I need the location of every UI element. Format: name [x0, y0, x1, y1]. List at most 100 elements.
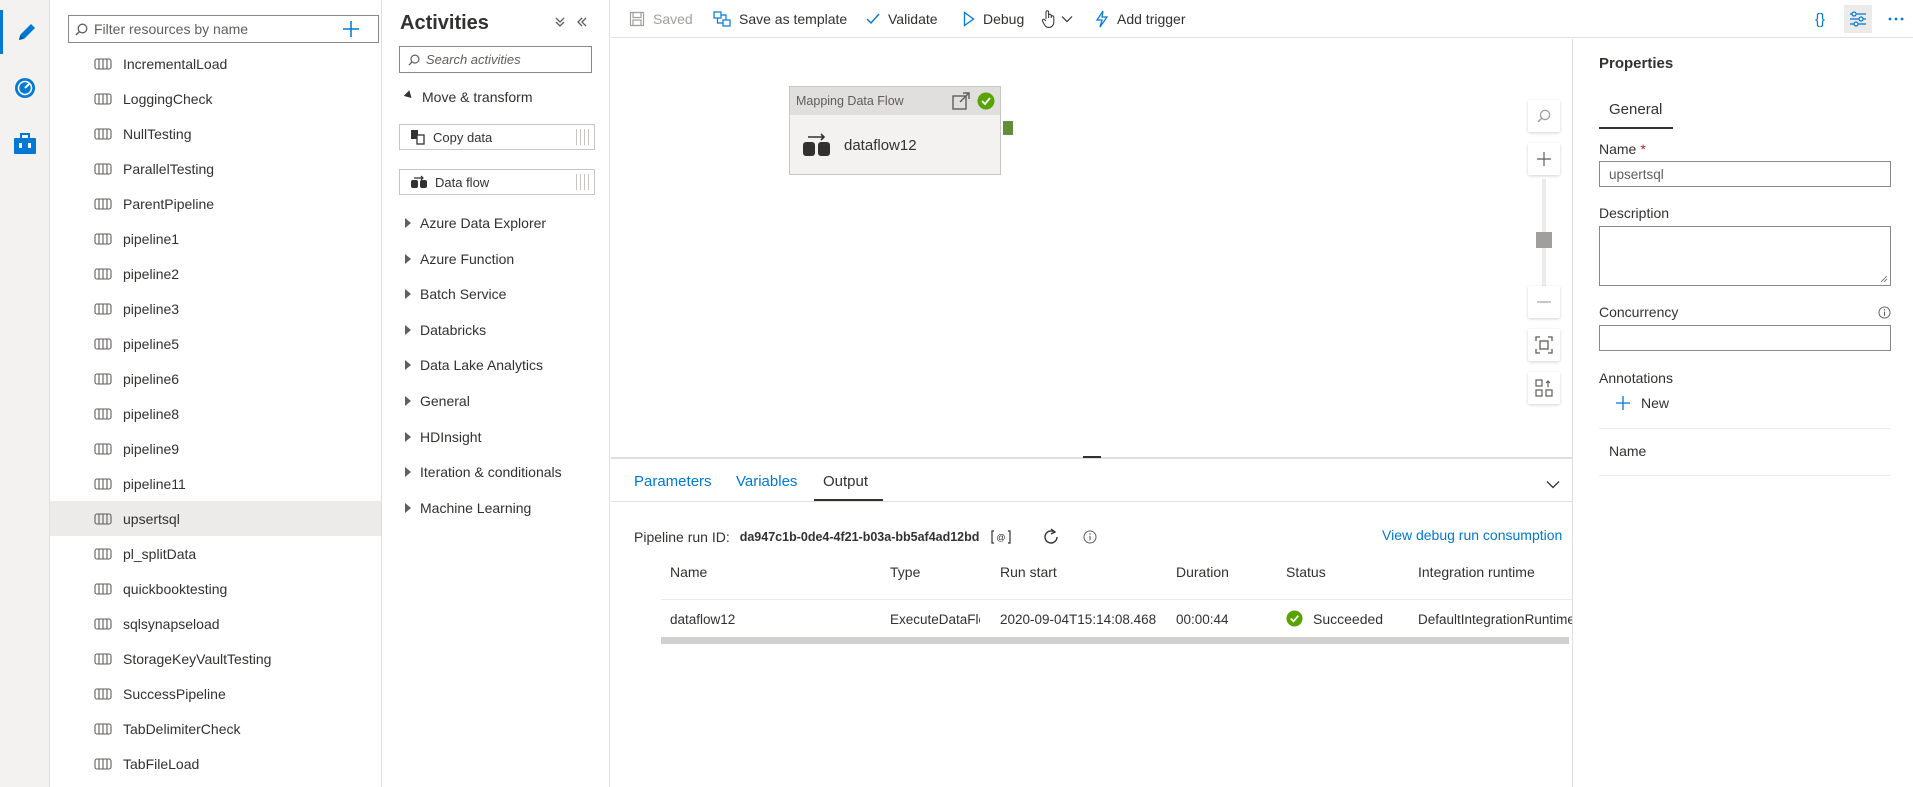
drag-grip-icon[interactable]: [576, 174, 590, 190]
pencil-icon[interactable]: [0, 10, 50, 54]
collapse-panel-icon[interactable]: [572, 12, 592, 32]
debug-dropdown-chevron-icon[interactable]: [1061, 8, 1081, 30]
pipeline-item[interactable]: SuccessPipeline: [50, 676, 381, 711]
copy-run-id-icon[interactable]: @: [991, 530, 1012, 544]
zoom-search-icon[interactable]: [1528, 100, 1560, 132]
pipeline-item[interactable]: NullTesting: [50, 116, 381, 151]
pipeline-icon: [94, 127, 112, 140]
zoom-in-icon[interactable]: [1528, 143, 1560, 175]
pipeline-item[interactable]: pipeline3: [50, 291, 381, 326]
code-view-button[interactable]: {}: [1806, 5, 1834, 33]
description-field[interactable]: [1599, 226, 1891, 286]
tab-variables[interactable]: Variables: [736, 473, 797, 490]
pipeline-item[interactable]: TabFileLoad: [50, 746, 381, 781]
name-field[interactable]: upsertsql: [1599, 161, 1891, 187]
collapse-all-icon[interactable]: [550, 12, 570, 32]
expand-triangle-icon: [405, 324, 411, 335]
data-flow-activity-node[interactable]: Mapping Data Flow dataflow12: [789, 86, 1001, 175]
horizontal-scrollbar[interactable]: [661, 637, 1569, 644]
pipeline-item[interactable]: pl_splitData: [50, 536, 381, 571]
toolbox-icon[interactable]: [0, 122, 50, 166]
activity-category[interactable]: Azure Function: [405, 251, 514, 267]
monitor-icon[interactable]: [0, 66, 50, 110]
activity-category[interactable]: Iteration & conditionals: [405, 464, 562, 480]
node-output-port[interactable]: [1003, 121, 1013, 135]
tab-divider: [611, 501, 1572, 502]
pipeline-item[interactable]: ParallelTesting: [50, 151, 381, 186]
drag-grip-icon[interactable]: [576, 129, 590, 145]
refresh-icon[interactable]: [1041, 527, 1061, 547]
pipeline-item[interactable]: pipeline9: [50, 431, 381, 466]
new-annotation-button[interactable]: New: [1615, 395, 1669, 411]
panel-resize-handle[interactable]: [1083, 456, 1101, 458]
pipeline-item[interactable]: ParentPipeline: [50, 186, 381, 221]
activity-category[interactable]: Azure Data Explorer: [405, 215, 546, 231]
add-trigger-button[interactable]: Add trigger: [1095, 8, 1185, 30]
checkmark-icon: [866, 13, 880, 25]
saved-button[interactable]: Saved: [629, 8, 693, 30]
info-icon[interactable]: [1083, 530, 1097, 544]
column-header-name[interactable]: Name: [670, 564, 707, 580]
activity-category[interactable]: General: [405, 393, 470, 409]
required-marker: *: [1640, 141, 1646, 157]
success-check-icon: [977, 92, 995, 110]
pipeline-item[interactable]: StorageKeyVaultTesting: [50, 641, 381, 676]
concurrency-field[interactable]: [1599, 325, 1891, 351]
filter-resources-box[interactable]: [68, 15, 379, 43]
properties-toggle-icon[interactable]: [1844, 5, 1872, 33]
column-header-duration[interactable]: Duration: [1176, 564, 1229, 580]
save-as-template-button[interactable]: Save as template: [713, 8, 847, 30]
view-debug-consumption-link[interactable]: View debug run consumption: [1382, 527, 1562, 543]
column-header-status[interactable]: Status: [1286, 564, 1326, 580]
add-resource-button[interactable]: [336, 14, 366, 44]
debug-button[interactable]: Debug: [963, 8, 1024, 30]
validate-button[interactable]: Validate: [866, 8, 938, 30]
activity-data-flow[interactable]: Data flow: [399, 169, 595, 195]
pipeline-item[interactable]: pipeline6: [50, 361, 381, 396]
pipeline-item[interactable]: pipeline5: [50, 326, 381, 361]
pipeline-item[interactable]: pipeline1: [50, 221, 381, 256]
activity-category[interactable]: HDInsight: [405, 429, 481, 445]
resize-grip-icon[interactable]: [1880, 275, 1888, 283]
divider: [1599, 428, 1891, 429]
search-activities-box[interactable]: [399, 46, 592, 73]
more-options-icon[interactable]: [1882, 5, 1910, 33]
activity-category[interactable]: Machine Learning: [405, 500, 531, 516]
auto-align-icon[interactable]: [1528, 372, 1560, 404]
search-activities-input[interactable]: [426, 52, 586, 67]
category-move-transform[interactable]: Move & transform: [403, 89, 532, 105]
activity-category[interactable]: Batch Service: [405, 286, 506, 302]
fit-to-screen-icon[interactable]: [1528, 329, 1560, 361]
pipeline-item[interactable]: pipeline2: [50, 256, 381, 291]
zoom-out-icon[interactable]: [1528, 286, 1560, 318]
activity-category[interactable]: Databricks: [405, 322, 486, 338]
activity-category[interactable]: Data Lake Analytics: [405, 357, 543, 373]
filter-resources-input[interactable]: [94, 21, 354, 37]
column-header-integration-runtime[interactable]: Integration runtime: [1418, 564, 1535, 580]
tab-output[interactable]: Output: [823, 473, 868, 490]
tab-general[interactable]: General: [1609, 101, 1662, 118]
tab-parameters[interactable]: Parameters: [634, 473, 712, 490]
pipeline-item[interactable]: sqlsynapseload: [50, 606, 381, 641]
activity-copy-data[interactable]: Copy data: [399, 124, 595, 150]
pipeline-icon: [94, 302, 112, 315]
pipeline-item[interactable]: LoggingCheck: [50, 81, 381, 116]
pipeline-item[interactable]: IncrementalLoad: [50, 46, 381, 81]
open-external-icon[interactable]: [951, 91, 971, 111]
pipeline-item[interactable]: pipeline11: [50, 466, 381, 501]
pipeline-name: pipeline6: [123, 370, 180, 387]
collapse-panel-chevron-icon[interactable]: [1546, 476, 1560, 492]
pipeline-canvas[interactable]: Mapping Data Flow dataflow12: [611, 39, 1572, 457]
activity-label: Data flow: [435, 174, 490, 190]
pipeline-item[interactable]: pipeline8: [50, 396, 381, 431]
pipeline-item[interactable]: quickbooktesting: [50, 571, 381, 606]
properties-panel: Properties General Name * upsertsql Descr…: [1572, 39, 1913, 787]
info-icon[interactable]: [1878, 306, 1891, 319]
column-header-type[interactable]: Type: [890, 564, 920, 580]
pipeline-item[interactable]: TabDelimiterCheck: [50, 711, 381, 746]
pipeline-name: NullTesting: [123, 125, 192, 142]
pipeline-run-id-row: Pipeline run ID: da947c1b-0de4-4f21-b03a…: [634, 527, 1097, 547]
column-header-run-start[interactable]: Run start: [1000, 564, 1057, 580]
zoom-slider-thumb[interactable]: [1536, 232, 1552, 248]
pipeline-item[interactable]: upsertsql: [50, 501, 381, 536]
